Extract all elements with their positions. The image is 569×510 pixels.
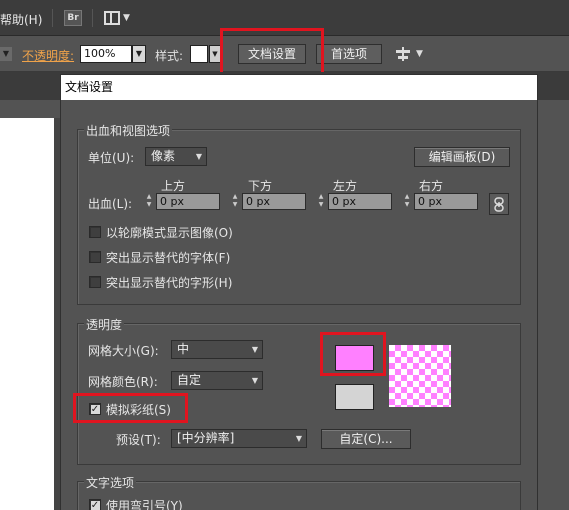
unit-value: 像素 — [151, 149, 176, 163]
outline-mode-label[interactable]: 以轮廓模式显示图像(O) — [106, 224, 233, 241]
grid-color-value: 自定 — [177, 373, 202, 387]
document-setup-dialog: 文档设置 出血和视图选项 单位(U): 像素 ▼ 编辑画板(D) 上方 下方 左方… — [60, 74, 538, 510]
highlight-glyphs-label[interactable]: 突出显示替代的字形(H) — [106, 274, 232, 291]
workspace-layout-icon[interactable] — [104, 11, 120, 25]
link-icon[interactable] — [489, 193, 509, 215]
transparency-grid-preview — [389, 345, 451, 407]
opacity-label[interactable]: 不透明度: — [22, 47, 74, 64]
bleed-left-input[interactable]: 0 px — [328, 193, 392, 210]
grid-color-dropdown[interactable]: 自定 ▼ — [171, 371, 263, 390]
use-quotes-checkbox[interactable]: ✓ — [89, 499, 101, 510]
preferences-button[interactable]: 首选项 — [316, 44, 382, 64]
bleed-right-label: 右方 — [419, 179, 444, 193]
artboard-canvas — [0, 118, 58, 510]
bridge-icon[interactable]: Br — [64, 10, 82, 26]
bleed-bottom-input[interactable]: 0 px — [242, 193, 306, 210]
opacity-dropdown-button[interactable]: ▼ — [132, 45, 146, 63]
menu-separator — [52, 9, 53, 27]
stepper-icon[interactable]: ▲ ▼ — [315, 193, 327, 210]
menu-help[interactable]: 帮助(H) — [0, 11, 42, 28]
style-label: 样式: — [155, 49, 184, 63]
bleed-label: 出血(L): — [88, 197, 133, 211]
stepper-icon[interactable]: ▲ ▼ — [143, 193, 155, 210]
dialog-title: 文档设置 — [61, 75, 537, 100]
edit-artboards-button[interactable]: 编辑画板(D) — [414, 147, 510, 167]
highlight-fonts-label[interactable]: 突出显示替代的字体(F) — [106, 249, 230, 266]
chevron-down-icon: ▼ — [195, 152, 202, 161]
preset-label: 预设(T): — [116, 433, 161, 447]
highlight-box — [73, 393, 188, 423]
bleed-top-input[interactable]: 0 px — [156, 193, 220, 210]
highlight-box — [220, 28, 324, 76]
preset-value: [中分辨率] — [177, 431, 235, 445]
chevron-down-icon[interactable]: ▼ — [0, 47, 12, 61]
unit-label: 单位(U): — [88, 151, 135, 165]
highlight-box — [320, 332, 386, 376]
grid-color-swatch[interactable] — [335, 384, 374, 410]
style-swatch[interactable] — [190, 45, 208, 63]
highlight-fonts-checkbox[interactable] — [89, 251, 101, 263]
outline-mode-checkbox[interactable] — [89, 226, 101, 238]
group-title: 文字选项 — [84, 474, 137, 491]
stepper-icon[interactable]: ▲ ▼ — [229, 193, 241, 210]
highlight-glyphs-checkbox[interactable] — [89, 276, 101, 288]
chevron-down-icon: ▼ — [251, 345, 258, 354]
bleed-right-input[interactable]: 0 px — [414, 193, 478, 210]
align-icon[interactable] — [396, 47, 410, 61]
group-title: 透明度 — [84, 316, 125, 333]
chevron-down-icon: ▼ — [295, 434, 302, 443]
stepper-icon[interactable]: ▲ ▼ — [401, 193, 413, 210]
chevron-down-icon: ▼ — [251, 376, 258, 385]
grid-size-value: 中 — [177, 342, 190, 356]
grid-size-dropdown[interactable]: 中 ▼ — [171, 340, 263, 359]
group-title: 出血和视图选项 — [84, 122, 173, 139]
bleed-bottom-label: 下方 — [248, 179, 273, 193]
grid-color-label: 网格颜色(R): — [88, 375, 158, 389]
preset-dropdown[interactable]: [中分辨率] ▼ — [171, 429, 307, 448]
custom-button[interactable]: 自定(C)... — [321, 429, 411, 449]
bleed-top-label: 上方 — [161, 179, 186, 193]
grid-size-label: 网格大小(G): — [88, 344, 159, 358]
opacity-input[interactable]: 100% — [80, 45, 132, 63]
chevron-down-icon[interactable]: ▼ — [416, 49, 423, 59]
menu-separator — [92, 9, 93, 27]
use-quotes-label[interactable]: 使用弯引号(Y) — [106, 497, 183, 510]
unit-dropdown[interactable]: 像素 ▼ — [145, 147, 207, 166]
chevron-down-icon[interactable]: ▼ — [123, 13, 130, 23]
bleed-left-label: 左方 — [333, 179, 358, 193]
